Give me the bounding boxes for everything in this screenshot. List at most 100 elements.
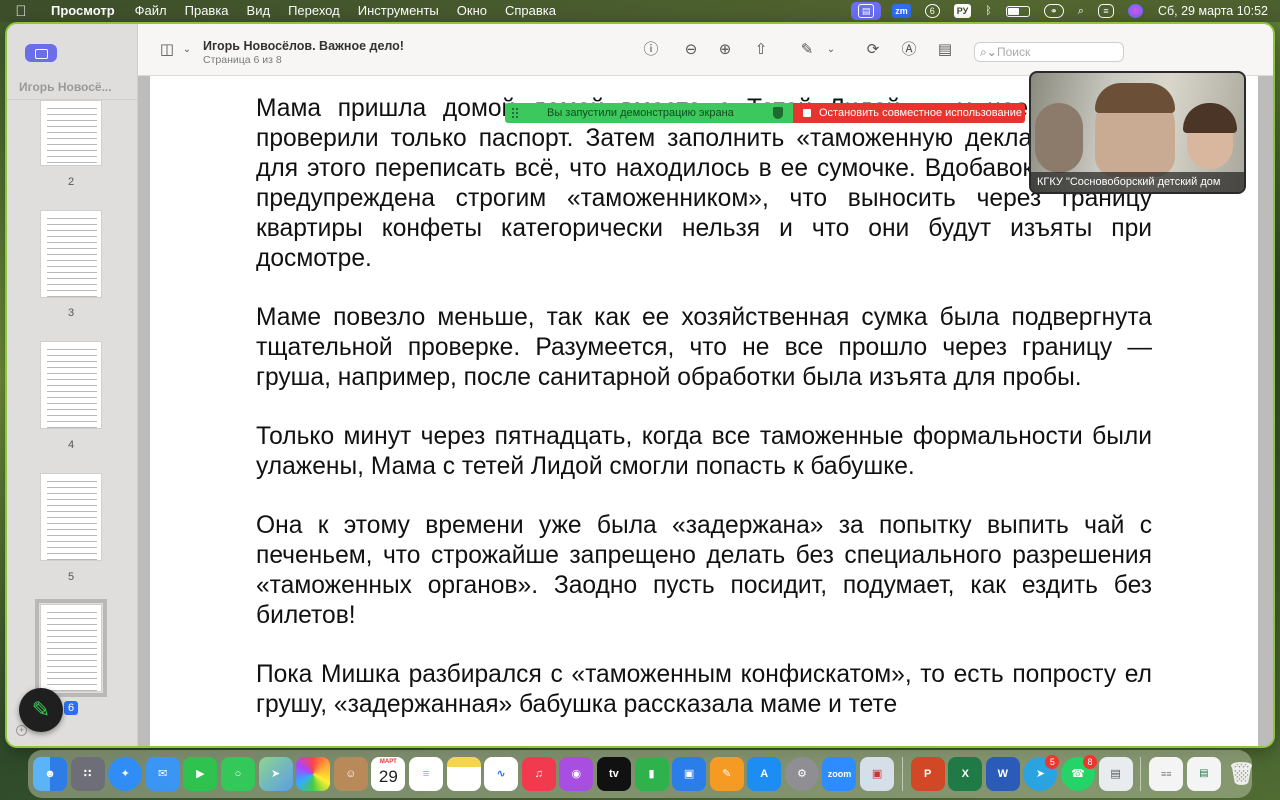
screen-share-bar: Вы запустили демонстрацию экрана Останов… (505, 103, 1025, 123)
dock: ☻ ∷ ✦ ✉ ▶ ○ ➤ ☺ МАРТ 29 ≡ ∿ ♫ ◉ tv ▮ ▣ ✎… (28, 750, 1255, 798)
notification-counter-icon[interactable]: 6 (918, 0, 947, 22)
sidebar-view-icon[interactable]: ◫ (158, 42, 176, 58)
zoom-status-icon[interactable]: zm (885, 0, 918, 22)
dock-separator (901, 757, 903, 791)
shield-icon (773, 107, 783, 119)
input-language-indicator[interactable]: РУ (947, 0, 978, 22)
siri-icon[interactable] (1121, 0, 1150, 22)
trash-icon[interactable]: 🗑 (1224, 757, 1258, 791)
form-fill-icon[interactable]: ▤ (936, 42, 954, 58)
share-status[interactable]: Вы запустили демонстрацию экрана (505, 103, 793, 123)
menu-window[interactable]: Окно (448, 0, 496, 22)
podcasts-icon[interactable]: ◉ (559, 757, 594, 791)
whatsapp-icon[interactable]: ☎ 8 (1061, 755, 1098, 791)
page-thumbnail-6[interactable] (35, 599, 107, 697)
share-status-text: Вы запустили демонстрацию экрана (547, 107, 734, 119)
menu-tools[interactable]: Инструменты (349, 0, 448, 22)
stop-sharing-label: Остановить совместное использование (819, 107, 1022, 119)
freeform-icon[interactable]: ∿ (484, 757, 519, 791)
system-settings-icon[interactable]: ⚙ (784, 757, 819, 791)
contacts-icon[interactable]: ☺ (333, 757, 368, 791)
clock[interactable]: Сб, 29 марта 10:52 (1150, 4, 1280, 18)
excel-icon[interactable]: X (948, 757, 983, 791)
paragraph: Маме повезло меньше, так как ее хозяйств… (256, 304, 1152, 391)
finder-icon[interactable]: ☻ (33, 757, 67, 791)
music-icon[interactable]: ♫ (521, 757, 556, 791)
page-thumbnail-number: 5 (67, 571, 75, 583)
reminders-icon[interactable]: ≡ (408, 757, 443, 791)
paragraph: Только минут через пятнадцать, когда все… (256, 423, 1152, 480)
facetime-icon[interactable]: ▶ (183, 757, 218, 791)
control-center-icon[interactable]: ≡ (1091, 0, 1121, 22)
info-icon[interactable]: ⓘ (642, 42, 660, 58)
page-thumbnail-number: 3 (67, 307, 75, 319)
recent-spreadsheet-stack[interactable]: ▤ (1186, 757, 1221, 791)
page-thumbnail-5[interactable] (40, 473, 102, 561)
chevron-down-icon[interactable]: ⌄ (822, 42, 840, 58)
menu-file[interactable]: Файл (126, 0, 176, 22)
zoom-icon[interactable]: zoom (822, 757, 857, 791)
telegram-badge: 5 (1045, 755, 1060, 769)
notes-icon[interactable] (446, 757, 481, 791)
maps-icon[interactable]: ➤ (258, 757, 293, 791)
photos-icon[interactable] (296, 757, 331, 791)
page-thumbnail-number: 4 (67, 439, 75, 451)
participant-video-tile[interactable]: КГКУ "Сосновоборский детский дом (1029, 71, 1246, 194)
whatsapp-badge: 8 (1083, 755, 1098, 769)
participant-hair (1183, 103, 1237, 133)
menu-bar:  Просмотр Файл Правка Вид Переход Инстр… (0, 0, 1280, 22)
telegram-icon[interactable]: ➤ 5 (1023, 755, 1060, 791)
numbers-icon[interactable]: ▮ (634, 757, 669, 791)
word-icon[interactable]: W (985, 757, 1020, 791)
pages-icon[interactable]: ✎ (709, 757, 744, 791)
preview-icon[interactable]: ▣ (860, 757, 895, 791)
battery-icon[interactable] (999, 0, 1037, 22)
page-thumbnail-3[interactable] (40, 210, 102, 298)
menu-app-name[interactable]: Просмотр (42, 0, 126, 22)
sidebar-toggle-button[interactable] (25, 44, 57, 62)
appletv-icon[interactable]: tv (596, 757, 631, 791)
toolbar: ◫ ⌄ Игорь Новосёлов. Важное дело! Страни… (138, 24, 1273, 76)
bluetooth-icon[interactable]: ᛒ (978, 0, 999, 22)
keynote-icon[interactable]: ▣ (672, 757, 707, 791)
menu-go[interactable]: Переход (279, 0, 349, 22)
add-page-icon[interactable]: + (16, 725, 27, 736)
page-thumbnail-number-selected: 6 (64, 701, 78, 715)
powerpoint-icon[interactable]: P (910, 757, 945, 791)
launchpad-icon[interactable]: ∷ (70, 757, 105, 791)
appstore-icon[interactable]: A (747, 757, 782, 791)
zoom-out-icon[interactable]: ⊖ (682, 42, 700, 58)
annotate-pen-button[interactable]: ✎ (19, 688, 63, 732)
search-icon: ⌕⌄ (980, 45, 997, 59)
participant-hair (1095, 83, 1175, 113)
stop-icon (803, 109, 811, 117)
page-thumbnail-4[interactable] (40, 341, 102, 429)
menu-view[interactable]: Вид (238, 0, 280, 22)
drag-handle-icon[interactable] (511, 107, 519, 119)
screen-share-status-icon[interactable]: ▤ (851, 2, 882, 20)
preview-window-icon[interactable]: ▤ (1098, 757, 1133, 791)
safari-icon[interactable]: ✦ (108, 757, 143, 791)
paragraph: Она к этому времени уже была «задержана»… (256, 512, 1152, 629)
search-icon[interactable]: ⌕ (1071, 0, 1091, 22)
screen-mirroring-icon[interactable]: ⚭ (1037, 0, 1071, 22)
apple-menu-icon[interactable]:  (0, 3, 42, 20)
menu-help[interactable]: Справка (496, 0, 565, 22)
search-input[interactable]: ⌕⌄ Поиск (974, 42, 1124, 62)
markup-pen-icon[interactable]: ✎ (798, 42, 816, 58)
calendar-month: МАРТ (379, 759, 397, 765)
page-thumbnail-2[interactable] (40, 100, 102, 166)
sidebar-document-name: Игорь Новосё... (19, 80, 112, 94)
mail-icon[interactable]: ✉ (145, 757, 180, 791)
menu-edit[interactable]: Правка (176, 0, 238, 22)
calendar-icon[interactable]: МАРТ 29 (371, 757, 406, 791)
share-icon[interactable]: ⇧ (752, 42, 770, 58)
recent-documents-stack[interactable]: ≡≡ (1149, 757, 1184, 791)
zoom-in-icon[interactable]: ⊕ (716, 42, 734, 58)
messages-icon[interactable]: ○ (220, 757, 255, 791)
chevron-down-icon[interactable]: ⌄ (178, 42, 196, 58)
annotate-icon[interactable]: Ⓐ (900, 42, 918, 58)
stop-sharing-button[interactable]: Остановить совместное использование (793, 103, 1025, 123)
rotate-icon[interactable]: ⟳ (864, 42, 882, 58)
page-thumbnail-number: 2 (67, 176, 75, 188)
